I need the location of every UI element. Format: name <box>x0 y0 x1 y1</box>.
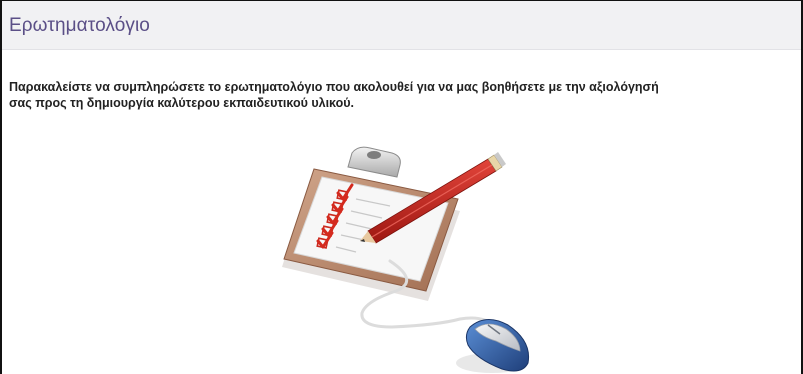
clipboard-icon <box>282 146 460 301</box>
mouse-icon <box>456 319 530 373</box>
questionnaire-panel: Ερωτηματολόγιο Παρακαλείστε να συμπληρώσ… <box>0 0 803 374</box>
panel-header: Ερωτηματολόγιο <box>2 1 801 50</box>
intro-text-line-2: σας προς τη δημιουργία καλύτερου εκπαιδε… <box>9 96 354 110</box>
intro-text-line-1: Παρακαλείστε να συμπληρώσετε το ερωτηματ… <box>9 80 659 94</box>
page-title: Ερωτηματολόγιο <box>9 15 150 36</box>
questionnaire-illustration <box>282 146 530 373</box>
intro-text: Παρακαλείστε να συμπληρώσετε το ερωτηματ… <box>9 79 789 111</box>
